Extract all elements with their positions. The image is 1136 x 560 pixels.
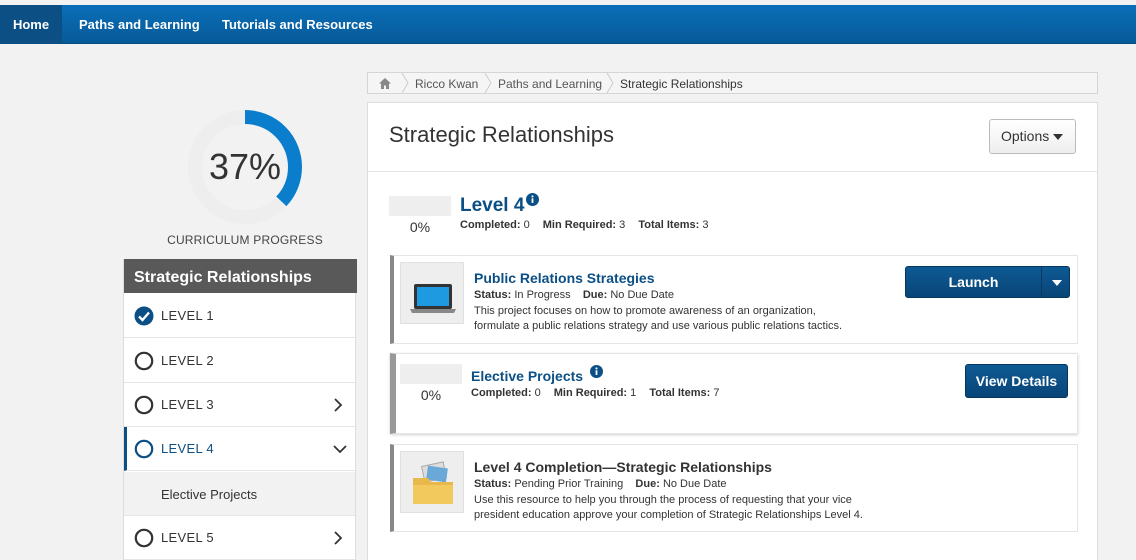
- breadcrumb-separator-icon: [484, 73, 492, 93]
- item-title[interactable]: Public Relations Strategies: [474, 270, 655, 286]
- sidebar-subitem-elective-projects[interactable]: Elective Projects: [124, 472, 355, 516]
- completed-value: 0: [534, 387, 541, 399]
- item-description-line: president education approve your complet…: [474, 509, 863, 521]
- learning-item-public-relations: Public Relations Strategies Status: In P…: [390, 255, 1078, 344]
- elective-stats: Completed: 0 Min Required: 1 Total Items…: [471, 387, 719, 399]
- caret-down-icon[interactable]: [1052, 280, 1062, 286]
- button-split-divider: [1041, 267, 1042, 297]
- item-title: Level 4 Completion—Strategic Relationshi…: [474, 459, 772, 475]
- min-required-value: 1: [630, 387, 637, 399]
- item-thumbnail: [400, 451, 464, 513]
- breadcrumb-separator-icon: [401, 73, 409, 93]
- total-items-value: 7: [713, 387, 720, 399]
- sidebar-item-level-1[interactable]: LEVEL 1: [124, 294, 355, 338]
- total-items-label: Total Items:: [638, 219, 700, 231]
- learning-item-elective-projects: 0% Elective Projects Completed: 0 Min Re…: [390, 353, 1078, 434]
- laptop-icon: [410, 284, 456, 313]
- main-content: Strategic Relationships Options 0% Level…: [367, 102, 1098, 560]
- sidebar-title: Strategic Relationships: [124, 259, 357, 293]
- item-meta: Status: In Progress Due: No Due Date: [474, 289, 674, 301]
- status-value: In Progress: [514, 289, 571, 301]
- status-label: Status:: [474, 478, 512, 490]
- nav-paths-and-learning[interactable]: Paths and Learning: [79, 5, 200, 44]
- due-label: Due:: [582, 289, 608, 301]
- item-description: This project focuses on how to promote a…: [474, 304, 894, 334]
- launch-button[interactable]: Launch: [905, 266, 1070, 298]
- breadcrumb-separator-icon: [606, 73, 614, 93]
- info-icon[interactable]: [526, 193, 539, 206]
- item-meta: Status: Pending Prior Training Due: No D…: [474, 478, 727, 490]
- due-value: No Due Date: [610, 289, 674, 301]
- path-sidebar: Strategic Relationships LEVEL 1 LEVEL 2 …: [123, 259, 357, 560]
- item-description-line: formulate a public relations strategy an…: [474, 320, 843, 332]
- total-items-label: Total Items:: [649, 387, 711, 399]
- sidebar-item-label: LEVEL 1: [161, 308, 214, 323]
- level-title: Level 4: [460, 195, 525, 216]
- breadcrumb-item-paths[interactable]: Paths and Learning: [498, 77, 602, 91]
- sidebar-item-label: LEVEL 2: [161, 353, 214, 368]
- caret-down-icon: [1053, 134, 1063, 140]
- min-required-label: Min Required:: [553, 387, 628, 399]
- top-navigation: Home Paths and Learning Tutorials and Re…: [0, 5, 1136, 44]
- elective-progress-percent: 0%: [420, 387, 442, 403]
- empty-circle-icon: [134, 528, 154, 548]
- empty-circle-icon: [134, 351, 154, 371]
- item-description-line: This project focuses on how to promote a…: [474, 305, 816, 317]
- sidebar-item-label: LEVEL 3: [161, 397, 214, 412]
- sidebar-item-level-2[interactable]: LEVEL 2: [124, 339, 355, 383]
- breadcrumb-item-user[interactable]: Ricco Kwan: [415, 77, 478, 91]
- item-description-line: Use this resource to help you through th…: [474, 494, 852, 506]
- breadcrumb: Ricco Kwan Paths and Learning Strategic …: [367, 72, 1098, 94]
- sidebar-item-level-4[interactable]: LEVEL 4: [124, 427, 355, 471]
- chevron-down-icon[interactable]: [331, 440, 347, 458]
- empty-circle-icon: [134, 395, 154, 415]
- options-button[interactable]: Options: [989, 119, 1076, 154]
- curriculum-progress-label: CURRICULUM PROGRESS: [167, 233, 323, 247]
- min-required-value: 3: [619, 219, 626, 231]
- chevron-right-icon[interactable]: [331, 529, 345, 547]
- nav-home[interactable]: Home: [0, 5, 62, 44]
- level-stats: Completed: 0 Min Required: 3 Total Items…: [460, 219, 708, 231]
- view-details-button[interactable]: View Details: [965, 364, 1068, 398]
- sidebar-subitem-label: Elective Projects: [161, 487, 258, 502]
- completed-value: 0: [523, 219, 530, 231]
- divider: [368, 171, 1097, 172]
- sidebar-item-label: LEVEL 4: [161, 441, 214, 456]
- level-progress-percent: 0%: [409, 219, 431, 235]
- sidebar-item-level-5[interactable]: LEVEL 5: [124, 516, 355, 560]
- check-circle-icon: [134, 306, 154, 326]
- launch-button-label: Launch: [948, 274, 999, 290]
- status-value: Pending Prior Training: [514, 478, 624, 490]
- sidebar-item-level-3[interactable]: LEVEL 3: [124, 383, 355, 427]
- breadcrumb-item-current: Strategic Relationships: [620, 77, 743, 91]
- nav-tutorials-and-resources[interactable]: Tutorials and Resources: [222, 5, 373, 44]
- page-title: Strategic Relationships: [389, 122, 615, 147]
- options-button-label: Options: [1001, 128, 1050, 144]
- info-icon[interactable]: [590, 365, 603, 378]
- chevron-right-icon[interactable]: [331, 396, 345, 414]
- total-items-value: 3: [702, 219, 709, 231]
- level-progress-bar: [389, 196, 451, 216]
- folder-icon: [413, 461, 453, 504]
- completed-label: Completed:: [460, 219, 521, 231]
- item-title[interactable]: Elective Projects: [471, 368, 583, 384]
- due-value: No Due Date: [662, 478, 727, 490]
- completed-label: Completed:: [471, 387, 532, 399]
- status-label: Status:: [474, 289, 512, 301]
- sidebar-item-label: LEVEL 5: [161, 530, 214, 545]
- min-required-label: Min Required:: [542, 219, 617, 231]
- due-label: Due:: [635, 478, 660, 490]
- learning-item-level-completion: Level 4 Completion—Strategic Relationshi…: [390, 444, 1078, 532]
- curriculum-progress-percent: 37%: [208, 146, 282, 187]
- elective-progress-bar: [400, 364, 462, 384]
- item-description: Use this resource to help you through th…: [474, 493, 894, 523]
- item-thumbnail: [400, 262, 464, 324]
- empty-circle-icon: [134, 439, 154, 459]
- home-icon[interactable]: [378, 77, 392, 90]
